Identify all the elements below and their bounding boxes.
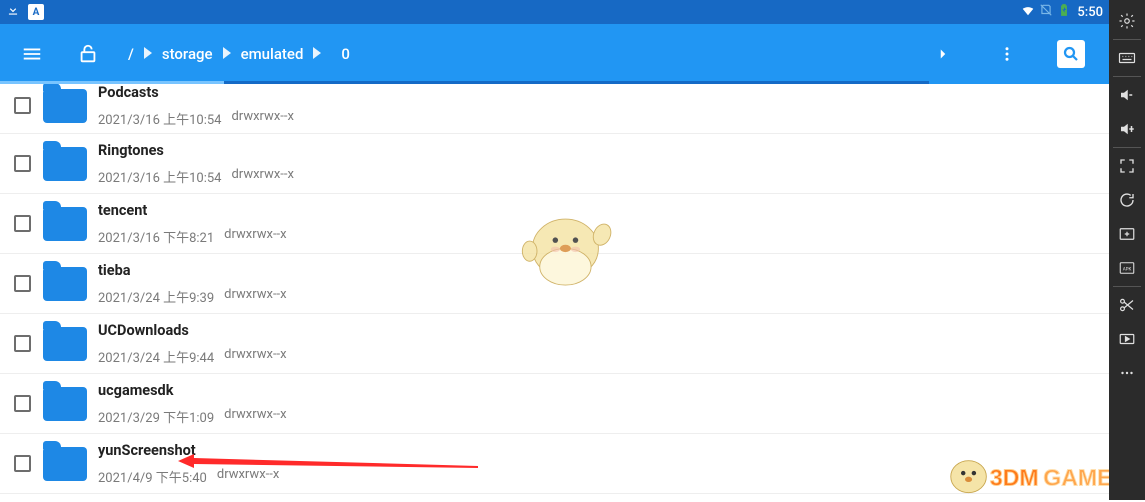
file-name: Ringtones: [98, 141, 294, 161]
checkbox[interactable]: [8, 450, 36, 478]
folder-icon: [40, 86, 90, 126]
breadcrumb-zero[interactable]: 0: [325, 43, 356, 65]
forward-button[interactable]: [923, 34, 963, 74]
chevron-right-icon: [223, 45, 231, 63]
list-item[interactable]: ucgamesdk 2021/3/29 下午1:09 drwxrwx--x: [0, 374, 1109, 434]
chevron-right-icon: [313, 45, 321, 63]
list-item[interactable]: tieba 2021/3/24 上午9:39 drwxrwx--x: [0, 254, 1109, 314]
file-perms: drwxrwx--x: [231, 109, 293, 128]
checkbox[interactable]: [8, 92, 36, 120]
more-tools-icon[interactable]: [1109, 356, 1145, 390]
file-date: 2021/3/24 上午9:44: [98, 347, 214, 366]
file-perms: drwxrwx--x: [217, 467, 279, 486]
file-date: 2021/3/29 下午1:09: [98, 407, 214, 426]
menu-button[interactable]: [10, 32, 54, 76]
folder-icon: [40, 324, 90, 364]
video-record-icon[interactable]: [1109, 322, 1145, 356]
volume-down-icon[interactable]: [1109, 78, 1145, 112]
keyboard-icon[interactable]: [1109, 41, 1145, 75]
file-name: tencent: [98, 201, 287, 221]
breadcrumb-emulated[interactable]: emulated: [235, 43, 310, 65]
list-item[interactable]: tencent 2021/3/16 下午8:21 drwxrwx--x: [0, 194, 1109, 254]
folder-icon: [40, 204, 90, 244]
app-notification-icon: A: [28, 4, 44, 20]
file-date: 2021/3/16 上午10:54: [98, 109, 221, 128]
volume-up-icon[interactable]: [1109, 112, 1145, 146]
folder-icon: [40, 264, 90, 304]
breadcrumb-root[interactable]: /: [122, 43, 140, 65]
fullscreen-icon[interactable]: [1109, 149, 1145, 183]
file-date: 2021/3/24 上午9:39: [98, 287, 214, 306]
checkbox[interactable]: [8, 390, 36, 418]
android-status-bar: A 5:50: [0, 0, 1109, 24]
file-perms: drwxrwx--x: [224, 347, 286, 366]
list-item[interactable]: Ringtones 2021/3/16 上午10:54 drwxrwx--x: [0, 134, 1109, 194]
file-name: ucgamesdk: [98, 381, 287, 401]
file-date: 2021/4/9 下午5:40: [98, 467, 207, 486]
list-item[interactable]: Podcasts 2021/3/16 上午10:54 drwxrwx--x: [0, 84, 1109, 134]
breadcrumb: / storage emulated 0: [122, 43, 356, 65]
file-date: 2021/3/16 下午8:21: [98, 227, 214, 246]
clock-text: 5:50: [1077, 5, 1103, 20]
download-icon: [6, 3, 20, 21]
nosim-icon: [1039, 3, 1053, 21]
refresh-icon[interactable]: [1109, 183, 1145, 217]
svg-text:APK: APK: [1123, 266, 1132, 272]
chevron-right-icon: [144, 45, 152, 63]
unlock-button[interactable]: [66, 32, 110, 76]
emulator-screen: A 5:50: [0, 0, 1109, 500]
file-name: yunScreenshot: [98, 441, 279, 461]
folder-icon: [40, 384, 90, 424]
file-perms: drwxrwx--x: [224, 407, 286, 426]
file-name: tieba: [98, 261, 287, 281]
settings-gear-icon[interactable]: [1109, 4, 1145, 38]
file-perms: drwxrwx--x: [231, 167, 293, 186]
list-item[interactable]: UCDownloads 2021/3/24 上午9:44 drwxrwx--x: [0, 314, 1109, 374]
file-date: 2021/3/16 上午10:54: [98, 167, 221, 186]
folder-icon: [40, 144, 90, 184]
more-button[interactable]: [987, 34, 1027, 74]
add-window-icon[interactable]: [1109, 217, 1145, 251]
checkbox[interactable]: [8, 150, 36, 178]
folder-icon: [40, 444, 90, 484]
scissors-icon[interactable]: [1109, 288, 1145, 322]
emulator-sidebar: APK: [1109, 0, 1145, 500]
app-bar: / storage emulated 0: [0, 24, 1109, 84]
checkbox[interactable]: [8, 210, 36, 238]
checkbox[interactable]: [8, 270, 36, 298]
file-name: UCDownloads: [98, 321, 287, 341]
battery-charging-icon: [1057, 3, 1071, 21]
file-name: Podcasts: [98, 84, 294, 103]
search-button[interactable]: [1051, 34, 1091, 74]
apk-install-icon[interactable]: APK: [1109, 251, 1145, 285]
wifi-icon: [1021, 3, 1035, 21]
file-perms: drwxrwx--x: [224, 287, 286, 306]
file-list: Podcasts 2021/3/16 上午10:54 drwxrwx--x Rin…: [0, 84, 1109, 500]
list-item[interactable]: yunScreenshot 2021/4/9 下午5:40 drwxrwx--x: [0, 434, 1109, 494]
checkbox[interactable]: [8, 330, 36, 358]
file-perms: drwxrwx--x: [224, 227, 286, 246]
breadcrumb-storage[interactable]: storage: [156, 43, 219, 65]
